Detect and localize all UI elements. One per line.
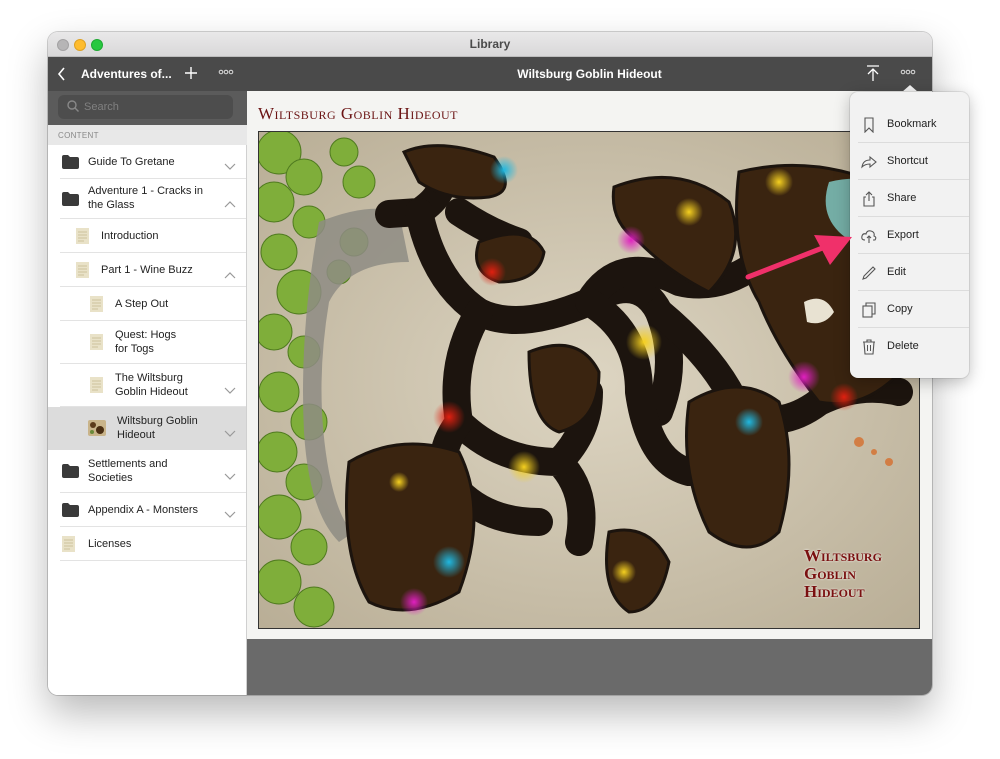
sidebar-item-introduction[interactable]: Introduction [48, 219, 246, 253]
content-nav-bar: Wiltsburg Goblin Hideout [247, 57, 932, 92]
map-caption-line: Wiltsburg [804, 546, 882, 565]
annotation-arrow-icon [740, 225, 860, 285]
actions-popover-menu: Bookmark Shortcut Share Export Edit Copy… [850, 92, 969, 378]
sidebar-item-label: Appendix A - Monsters [88, 504, 199, 516]
sidebar: Adventures of... CONTENT Guide To Gretan… [48, 57, 247, 695]
search-icon [66, 99, 82, 115]
document-icon [90, 296, 103, 312]
folder-icon [62, 503, 79, 517]
shortcut-arrow-icon [861, 154, 877, 170]
menu-item-copy[interactable]: Copy [850, 291, 969, 328]
sidebar-item-appendix-a[interactable]: Appendix A - Monsters [48, 493, 246, 527]
pencil-icon [861, 265, 877, 281]
sidebar-item-label: Introduction [101, 230, 159, 242]
menu-item-label: Shortcut [887, 155, 928, 167]
document-page: Wiltsburg Goblin Hideout Wiltsburg Gobli… [247, 91, 932, 639]
cloud-upload-icon [861, 228, 877, 244]
sidebar-item-label: Wiltsburg Goblin Hideout [117, 415, 198, 441]
folder-icon [62, 192, 79, 206]
sidebar-item-wiltsburg-goblin-hideout-map[interactable]: Wiltsburg Goblin Hideout [48, 407, 246, 450]
menu-item-label: Export [887, 229, 919, 241]
document-icon [76, 228, 89, 244]
sidebar-item-label: Adventure 1 - Cracks in the Glass [88, 185, 203, 211]
sidebar-item-label: Quest: Hogs for Togs [115, 329, 177, 355]
section-header: CONTENT [48, 125, 247, 145]
document-icon [90, 334, 103, 350]
document-icon [62, 536, 75, 552]
menu-item-label: Share [887, 192, 917, 204]
chevron-down-icon[interactable] [224, 506, 236, 518]
map-caption-line: Goblin [804, 564, 856, 583]
bookmark-icon [861, 117, 877, 134]
sidebar-item-adventure-1[interactable]: Adventure 1 - Cracks in the Glass [48, 179, 246, 219]
sidebar-item-guide-to-gretane[interactable]: Guide To Gretane [48, 145, 246, 179]
document-icon [90, 377, 103, 393]
chevron-down-icon[interactable] [224, 425, 236, 437]
menu-item-share[interactable]: Share [850, 180, 969, 217]
sidebar-title: Adventures of... [81, 67, 172, 81]
sidebar-item-label: Settlements and Societies [88, 458, 168, 484]
sidebar-item-a-step-out[interactable]: A Step Out [48, 287, 246, 321]
map-caption-line: Hideout [804, 582, 865, 601]
add-icon[interactable] [184, 63, 198, 84]
menu-item-delete[interactable]: Delete [850, 328, 969, 365]
sidebar-item-settlements[interactable]: Settlements and Societies [48, 450, 246, 493]
content-title: Wiltsburg Goblin Hideout [517, 67, 662, 81]
menu-item-label: Copy [887, 303, 913, 315]
window-title: Library [469, 37, 511, 51]
sidebar-item-quest-hogs[interactable]: Quest: Hogs for Togs [48, 321, 246, 364]
menu-item-shortcut[interactable]: Shortcut [850, 143, 969, 180]
sidebar-item-the-wiltsburg-goblin-hideout[interactable]: The Wiltsburg Goblin Hideout [48, 364, 246, 407]
app-window: Library Adventures of... CONTENT [48, 32, 932, 695]
menu-item-label: Delete [887, 340, 919, 352]
menu-item-label: Bookmark [887, 118, 937, 130]
sidebar-item-label: Licenses [88, 538, 132, 550]
title-bar: Library [48, 32, 932, 57]
more-options-icon[interactable] [218, 66, 234, 78]
sidebar-item-label: Guide To Gretane [88, 156, 175, 168]
sidebar-nav-bar: Adventures of... [48, 57, 247, 91]
search-input[interactable] [84, 99, 224, 115]
page-heading: Wiltsburg Goblin Hideout [258, 104, 458, 123]
map-thumbnail-icon [88, 420, 106, 436]
folder-icon [62, 155, 79, 169]
back-chevron-icon[interactable] [56, 65, 70, 83]
chevron-up-icon[interactable] [224, 266, 236, 279]
menu-item-bookmark[interactable]: Bookmark [850, 106, 969, 143]
sidebar-item-licenses[interactable]: Licenses [48, 527, 246, 561]
menu-item-edit[interactable]: Edit [850, 254, 969, 291]
dungeon-map-image[interactable]: Wiltsburg Goblin Hideout [258, 131, 920, 629]
upload-icon[interactable] [865, 65, 881, 83]
chevron-up-icon[interactable] [224, 195, 236, 208]
chevron-down-icon[interactable] [224, 158, 236, 170]
chevron-down-icon[interactable] [224, 382, 236, 394]
folder-icon [62, 464, 79, 478]
menu-item-export[interactable]: Export [850, 217, 969, 254]
search-bar [48, 91, 247, 125]
document-icon [76, 262, 89, 278]
page-background [247, 639, 932, 695]
chevron-down-icon[interactable] [224, 468, 236, 480]
search-field[interactable] [58, 95, 233, 119]
share-icon [861, 191, 877, 207]
sidebar-item-label: The Wiltsburg Goblin Hideout [115, 372, 188, 398]
menu-item-label: Edit [887, 266, 906, 278]
trash-icon [861, 339, 877, 355]
sidebar-item-label: A Step Out [115, 298, 169, 310]
sidebar-item-label: Part 1 - Wine Buzz [101, 264, 193, 276]
more-options-icon[interactable] [900, 66, 916, 78]
copy-icon [861, 302, 877, 318]
sidebar-item-part-1[interactable]: Part 1 - Wine Buzz [48, 253, 246, 287]
